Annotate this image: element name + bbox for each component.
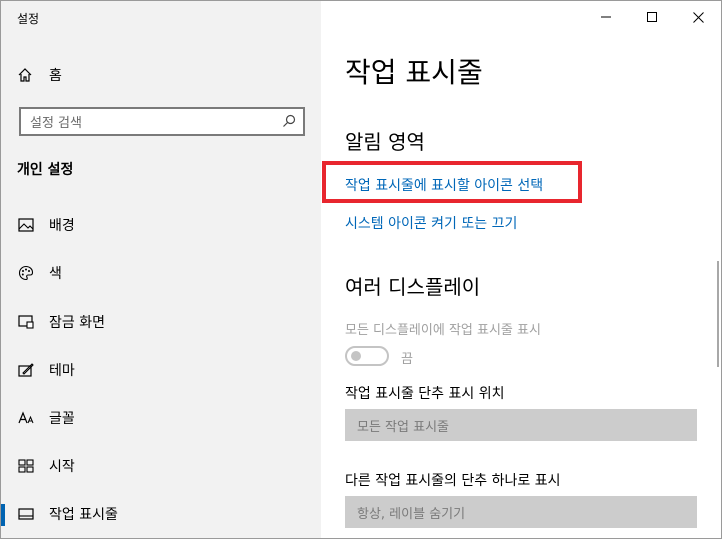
taskbar-icon (17, 505, 35, 523)
sidebar-item-label: 작업 표시줄 (49, 507, 118, 523)
combine-buttons-label: 다른 작업 표시줄의 단추 하나로 표시 (345, 473, 561, 489)
sidebar-item-lock-screen[interactable]: 잠금 화면 (1, 302, 321, 342)
fonts-icon (17, 409, 35, 427)
sidebar-item-label: 배경 (49, 218, 75, 234)
scrollbar-thumb[interactable] (717, 261, 719, 367)
toggle-knob (351, 351, 361, 361)
buttons-location-dropdown[interactable]: 모든 작업 표시줄 (345, 409, 697, 441)
dropdown-value: 항상, 레이블 숨기기 (357, 506, 466, 522)
buttons-location-label: 작업 표시줄 단추 표시 위치 (345, 386, 505, 402)
select-taskbar-icons-link[interactable]: 작업 표시줄에 표시할 아이콘 선택 (345, 175, 543, 195)
show-on-all-displays-label: 모든 디스플레이에 작업 표시줄 표시 (345, 323, 541, 338)
sidebar: 설정 홈 설정 검색 개인 설정 배경 색 잠금 화면 테마 글꼴 시작 작업 … (1, 1, 321, 538)
show-on-all-displays-toggle[interactable] (345, 346, 389, 366)
sidebar-item-fonts[interactable]: 글꼴 (1, 398, 321, 438)
notification-area-heading: 알림 영역 (345, 130, 425, 154)
toggle-state-label: 끔 (401, 352, 413, 367)
combine-buttons-dropdown[interactable]: 항상, 레이블 숨기기 (345, 496, 697, 528)
sidebar-item-label: 잠금 화면 (49, 315, 105, 331)
minimize-button[interactable] (583, 1, 629, 33)
sidebar-item-label: 시작 (49, 459, 75, 475)
theme-icon (17, 361, 35, 379)
sidebar-item-label: 테마 (49, 363, 75, 379)
page-title: 작업 표시줄 (345, 56, 483, 89)
multiple-displays-heading: 여러 디스플레이 (345, 275, 481, 299)
sidebar-item-themes[interactable]: 테마 (1, 350, 321, 390)
sidebar-item-taskbar[interactable]: 작업 표시줄 (1, 494, 321, 534)
search-input[interactable]: 설정 검색 (19, 107, 305, 136)
sidebar-item-colors[interactable]: 색 (1, 253, 321, 293)
section-heading: 개인 설정 (17, 162, 74, 178)
search-placeholder: 설정 검색 (30, 116, 82, 131)
home-icon (17, 67, 33, 83)
lock-screen-icon (17, 313, 35, 331)
sidebar-item-label: 글꼴 (49, 411, 75, 427)
system-icons-toggle-link[interactable]: 시스템 아이콘 켜기 또는 끄기 (345, 213, 517, 233)
sidebar-item-start[interactable]: 시작 (1, 446, 321, 486)
minimize-icon (601, 16, 611, 18)
close-icon (692, 11, 704, 23)
home-nav-item[interactable]: 홈 (17, 64, 62, 86)
picture-icon (17, 216, 35, 234)
app-title: 설정 (17, 12, 40, 26)
maximize-button[interactable] (629, 1, 675, 33)
maximize-icon (647, 12, 657, 22)
sidebar-item-label: 색 (49, 266, 62, 282)
sidebar-item-background[interactable]: 배경 (1, 205, 321, 245)
close-button[interactable] (675, 1, 721, 33)
palette-icon (17, 264, 35, 282)
dropdown-value: 모든 작업 표시줄 (357, 419, 449, 435)
main-content: 작업 표시줄 알림 영역 작업 표시줄에 표시할 아이콘 선택 시스템 아이콘 … (321, 1, 721, 538)
search-icon[interactable] (282, 114, 296, 128)
home-label: 홈 (49, 68, 62, 84)
settings-window: 설정 홈 설정 검색 개인 설정 배경 색 잠금 화면 테마 글꼴 시작 작업 … (0, 0, 722, 539)
start-icon (17, 457, 35, 475)
